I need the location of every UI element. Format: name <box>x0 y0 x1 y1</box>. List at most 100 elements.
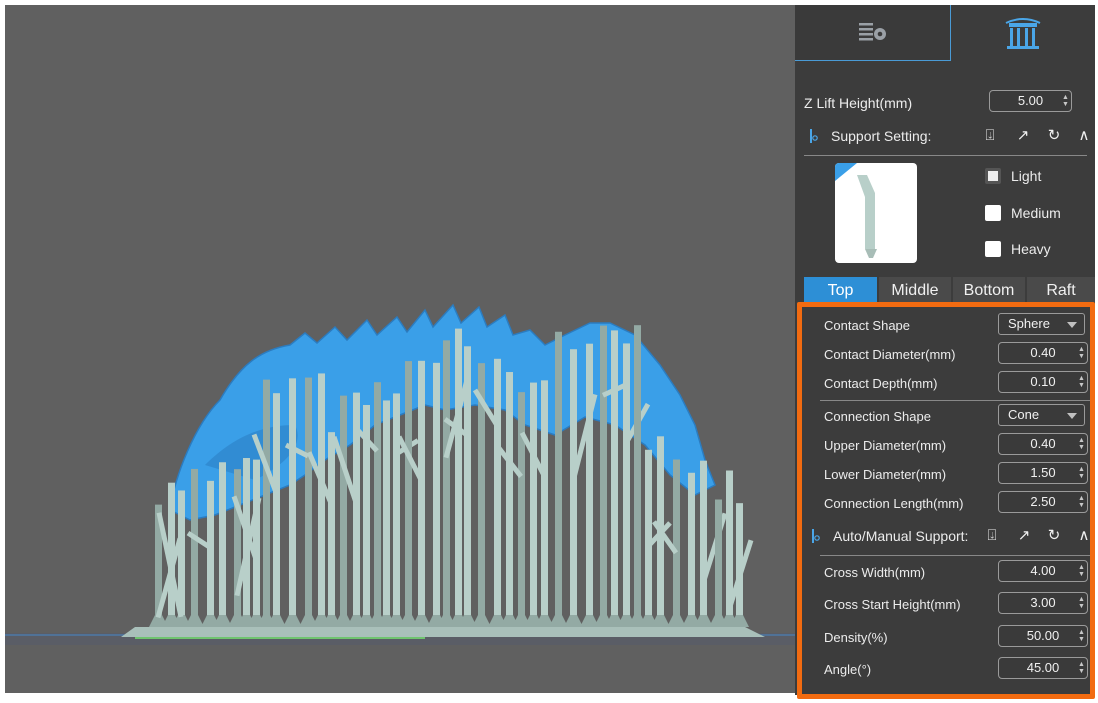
upper-diameter-row: Upper Diameter(mm) 0.40 ▲ ▼ <box>795 433 1095 459</box>
cross-start-height-value: 3.00 <box>1030 595 1056 610</box>
support-pillar <box>623 343 630 627</box>
contact-diameter-row: Contact Diameter(mm) 0.40 ▲ ▼ <box>795 342 1095 368</box>
3d-viewport[interactable] <box>5 5 795 693</box>
tab-layer-settings[interactable] <box>795 5 951 61</box>
connection-shape-select[interactable]: Cone <box>998 404 1085 426</box>
angle-row: Angle(°) 45.00 ▲ ▼ <box>795 657 1095 683</box>
layer-settings-icon <box>858 22 886 40</box>
tab-raft[interactable]: Raft <box>1027 277 1095 302</box>
chevron-down-icon <box>1067 322 1077 328</box>
support-pillar <box>494 358 501 627</box>
support-pillar <box>393 393 400 627</box>
support-pillar <box>518 392 525 627</box>
upper-diameter-input[interactable]: 0.40 ▲ ▼ <box>998 433 1088 455</box>
tab-middle[interactable]: Middle <box>879 277 951 302</box>
tab-top[interactable]: Top <box>804 277 877 302</box>
spin-arrows-icon[interactable]: ▲ ▼ <box>1078 466 1085 480</box>
contact-depth-value: 0.10 <box>1030 374 1056 389</box>
z-lift-label: Z Lift Height(mm) <box>804 95 913 111</box>
support-pillar <box>555 331 562 627</box>
raft-base <box>121 627 765 637</box>
spin-arrows-icon[interactable]: ▲ ▼ <box>1078 564 1085 578</box>
spin-arrows-icon[interactable]: ▲ ▼ <box>1078 596 1085 610</box>
support-pillar <box>191 468 198 627</box>
cross-start-height-label: Cross Start Height(mm) <box>824 597 961 612</box>
support-pillar <box>305 377 312 627</box>
lower-diameter-input[interactable]: 1.50 ▲ ▼ <box>998 462 1088 484</box>
support-pillar <box>541 380 548 627</box>
dental-model <box>169 303 716 521</box>
cross-width-label: Cross Width(mm) <box>824 565 926 580</box>
contact-diameter-input[interactable]: 0.40 ▲ ▼ <box>998 342 1088 364</box>
z-lift-value: 5.00 <box>1017 93 1044 108</box>
support-pillar <box>318 373 325 627</box>
divider <box>820 555 1090 556</box>
heavy-checkbox-box[interactable] <box>985 241 1001 257</box>
lower-diameter-label: Lower Diameter(mm) <box>824 467 947 482</box>
contact-shape-select[interactable]: Sphere <box>998 313 1085 335</box>
light-checkbox-box[interactable] <box>985 168 1001 184</box>
tab-support[interactable] <box>951 5 1095 61</box>
spin-arrows-icon[interactable]: ▲ ▼ <box>1078 437 1085 451</box>
support-foot <box>564 615 583 627</box>
medium-checkbox-box[interactable] <box>985 205 1001 221</box>
tab-bottom[interactable]: Bottom <box>953 277 1025 302</box>
export-icon[interactable]: ↗ <box>1016 528 1032 544</box>
density-label: Density(%) <box>824 630 888 645</box>
density-row: Density(%) 50.00 ▲ ▼ <box>795 625 1095 651</box>
panel-tabbar <box>795 5 1095 61</box>
collapse-icon[interactable]: ∧ <box>1076 528 1092 544</box>
export-icon[interactable]: ↗ <box>1015 128 1031 144</box>
support-pillar <box>207 480 214 627</box>
support-pillar <box>700 460 707 627</box>
spin-arrows-icon[interactable]: ▲ ▼ <box>1078 629 1085 643</box>
support-pillar <box>586 343 593 627</box>
upper-diameter-value: 0.40 <box>1030 436 1056 451</box>
support-preview-image <box>835 163 917 263</box>
spin-arrows-icon[interactable]: ▲ ▼ <box>1078 495 1085 509</box>
section-marker-icon <box>810 129 818 143</box>
contact-shape-label: Contact Shape <box>824 318 911 333</box>
cross-start-height-input[interactable]: 3.00 ▲ ▼ <box>998 592 1088 614</box>
support-pillar <box>455 328 462 627</box>
support-pillar <box>219 462 226 627</box>
support-pillar <box>673 459 680 627</box>
support-setting-label: Support Setting: <box>831 128 932 144</box>
connection-shape-label: Connection Shape <box>824 409 931 424</box>
spin-arrows-icon[interactable]: ▲ ▼ <box>1078 661 1085 675</box>
reset-icon[interactable]: ↻ <box>1046 128 1062 144</box>
contact-shape-value: Sphere <box>1008 316 1050 331</box>
spin-arrows-icon[interactable]: ▲ ▼ <box>1078 375 1085 389</box>
reset-icon[interactable]: ↻ <box>1046 528 1062 544</box>
support-pillar <box>234 469 241 627</box>
import-icon[interactable]: ⍗ <box>982 128 998 144</box>
preset-medium-label: Medium <box>1011 205 1061 221</box>
connection-shape-row: Connection Shape Cone <box>795 404 1095 430</box>
cross-start-height-row: Cross Start Height(mm) 3.00 ▲ ▼ <box>795 592 1095 618</box>
support-pillar <box>464 346 471 627</box>
support-pillar <box>289 378 296 627</box>
support-pillar <box>433 362 440 627</box>
section-marker-icon <box>812 529 820 543</box>
z-lift-input[interactable]: 5.00 ▲ ▼ <box>989 90 1072 112</box>
support-pillar <box>340 395 347 627</box>
preset-medium-checkbox[interactable]: Medium <box>985 202 1095 226</box>
angle-input[interactable]: 45.00 ▲ ▼ <box>998 657 1088 679</box>
divider <box>820 400 1090 401</box>
spin-arrows-icon[interactable]: ▲ ▼ <box>1062 94 1069 108</box>
connection-length-input[interactable]: 2.50 ▲ ▼ <box>998 491 1088 513</box>
cross-width-input[interactable]: 4.00 ▲ ▼ <box>998 560 1088 582</box>
collapse-icon[interactable]: ∧ <box>1076 128 1092 144</box>
density-input[interactable]: 50.00 ▲ ▼ <box>998 625 1088 647</box>
support-pillar <box>253 459 260 627</box>
support-pillar <box>443 340 450 627</box>
support-foot <box>283 615 302 627</box>
preset-light-checkbox[interactable]: Light <box>985 165 1095 189</box>
preset-heavy-checkbox[interactable]: Heavy <box>985 238 1095 262</box>
support-pillar <box>273 393 280 627</box>
support-pillar <box>688 472 695 627</box>
contact-depth-label: Contact Depth(mm) <box>824 376 938 391</box>
import-icon[interactable]: ⍗ <box>984 528 1000 544</box>
contact-depth-input[interactable]: 0.10 ▲ ▼ <box>998 371 1088 393</box>
spin-arrows-icon[interactable]: ▲ ▼ <box>1078 346 1085 360</box>
